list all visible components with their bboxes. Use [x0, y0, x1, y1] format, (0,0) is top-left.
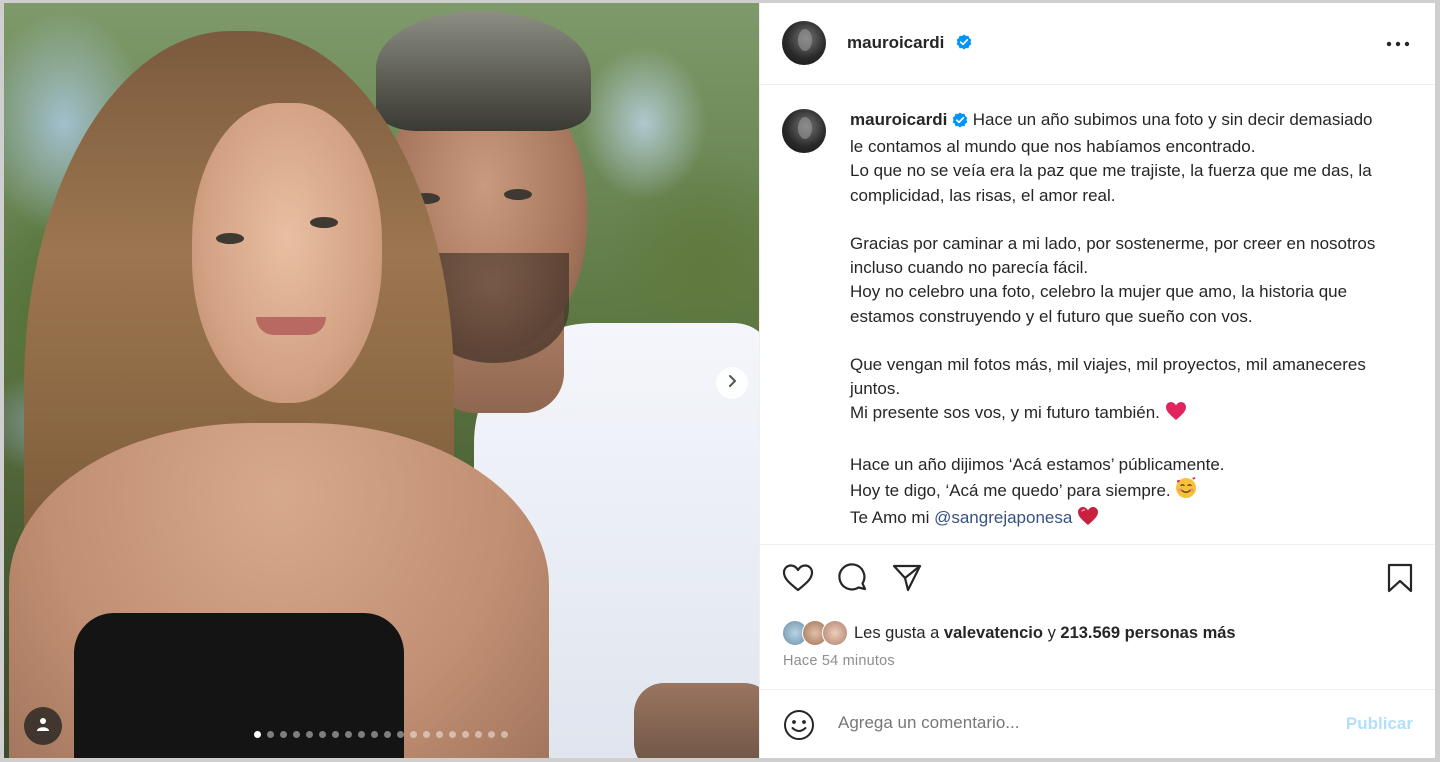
post-details-panel: mauroicardi mauroicardi Hace un año subi… [759, 3, 1435, 758]
likes-text: Les gusta a valevatencio y 213.569 perso… [854, 624, 1236, 643]
like-button[interactable] [781, 563, 815, 597]
comment-icon [837, 562, 869, 599]
emoji-picker-button[interactable] [782, 708, 816, 742]
publish-comment-button[interactable]: Publicar [1346, 714, 1413, 734]
carousel-next-button[interactable] [716, 367, 748, 399]
send-icon [891, 562, 923, 599]
comment-input[interactable] [836, 712, 1320, 734]
save-button[interactable] [1383, 563, 1417, 597]
caption-text-line: Hace un año dijimos ‘Acá estamos’ públic… [850, 454, 1225, 474]
caption-text-line: Hoy no celebro una foto, celebro la muje… [850, 282, 1348, 326]
carousel-dot [384, 731, 391, 738]
liker-avatars[interactable] [782, 620, 852, 646]
carousel-dot [254, 731, 261, 738]
carousel-dot [397, 731, 404, 738]
caption-mention-link[interactable]: @sangrejaponesa [934, 508, 1072, 527]
tagged-users-button[interactable] [24, 707, 62, 745]
carousel-dot [449, 731, 456, 738]
carousel-dot [371, 731, 378, 738]
likes-count-link[interactable]: 213.569 personas más [1060, 624, 1235, 642]
comment-button[interactable] [836, 562, 870, 599]
smiling-face-with-hearts-emoji-icon [1175, 477, 1197, 506]
avatar [822, 620, 848, 646]
photo-woman-eye [216, 233, 244, 244]
post-caption: mauroicardi Hace un año subimos una foto… [850, 108, 1390, 533]
caption-text-line: Que vengan mil fotos más, mil viajes, mi… [850, 355, 1366, 399]
heart-icon [782, 563, 814, 598]
likes-prefix: Les gusta a [854, 623, 940, 642]
smiley-icon [782, 710, 816, 746]
carousel-dot [410, 731, 417, 738]
verified-badge-icon [956, 34, 972, 50]
verified-badge-icon [952, 111, 968, 135]
post-photo[interactable] [4, 3, 759, 758]
caption-text-line: Te Amo mi [850, 508, 930, 528]
caption-blank-line [850, 208, 1390, 232]
photo-man-hair [376, 11, 591, 131]
heart-emoji-icon [1077, 506, 1099, 533]
bookmark-icon [1387, 563, 1413, 598]
post-timestamp[interactable]: Hace 54 minutos [783, 653, 895, 669]
carousel-dot [501, 731, 508, 738]
liker-username-link[interactable]: valevatencio [944, 624, 1043, 642]
carousel-dot [293, 731, 300, 738]
carousel-dot [488, 731, 495, 738]
chevron-right-icon [725, 374, 739, 393]
carousel-dot [345, 731, 352, 738]
red-heart-emoji-icon [1165, 401, 1187, 428]
avatar[interactable] [782, 21, 826, 65]
caption-text-line: Mi presente sos vos, y mi futuro también… [850, 403, 1160, 423]
post-header: mauroicardi [760, 3, 1435, 85]
carousel-dot [436, 731, 443, 738]
likes-summary: Les gusta a valevatencio y 213.569 perso… [782, 619, 1236, 647]
photo-man-eye [504, 189, 532, 200]
more-horizontal-icon [1386, 34, 1410, 52]
caption-text-line: Gracias por caminar a mi lado, por soste… [850, 234, 1376, 278]
photo-woman-eye [310, 217, 338, 228]
likes-joiner: y [1047, 623, 1056, 642]
share-button[interactable] [890, 563, 924, 597]
post-actions: Les gusta a valevatencio y 213.569 perso… [760, 544, 1435, 690]
carousel-indicator [254, 731, 508, 738]
caption-blank-line [850, 329, 1390, 353]
caption-text-line: Lo que no se veía era la paz que me traj… [850, 161, 1372, 205]
carousel-dot [332, 731, 339, 738]
photo-man-arm [634, 683, 759, 758]
carousel-dot [423, 731, 430, 738]
photo-woman-face [192, 103, 382, 403]
carousel-dot [358, 731, 365, 738]
header-username[interactable]: mauroicardi [847, 33, 944, 53]
caption-blank-line [850, 429, 1390, 453]
photo-woman-lips [256, 317, 326, 335]
caption-scroll-area[interactable]: mauroicardi Hace un año subimos una foto… [760, 85, 1435, 543]
caption-username[interactable]: mauroicardi [850, 110, 947, 129]
carousel-dot [280, 731, 287, 738]
carousel-dot [267, 731, 274, 738]
caption-avatar[interactable] [782, 109, 826, 153]
user-tag-icon [35, 716, 51, 737]
caption-text-line: Hoy te digo, ‘Acá me quedo’ para siempre… [850, 481, 1171, 500]
more-options-button[interactable] [1385, 31, 1411, 55]
instagram-post-window: mauroicardi mauroicardi Hace un año subi… [0, 0, 1440, 762]
carousel-dot [475, 731, 482, 738]
comment-bar: Publicar [760, 689, 1435, 759]
carousel-dot [319, 731, 326, 738]
carousel-dot [462, 731, 469, 738]
carousel-dot [306, 731, 313, 738]
